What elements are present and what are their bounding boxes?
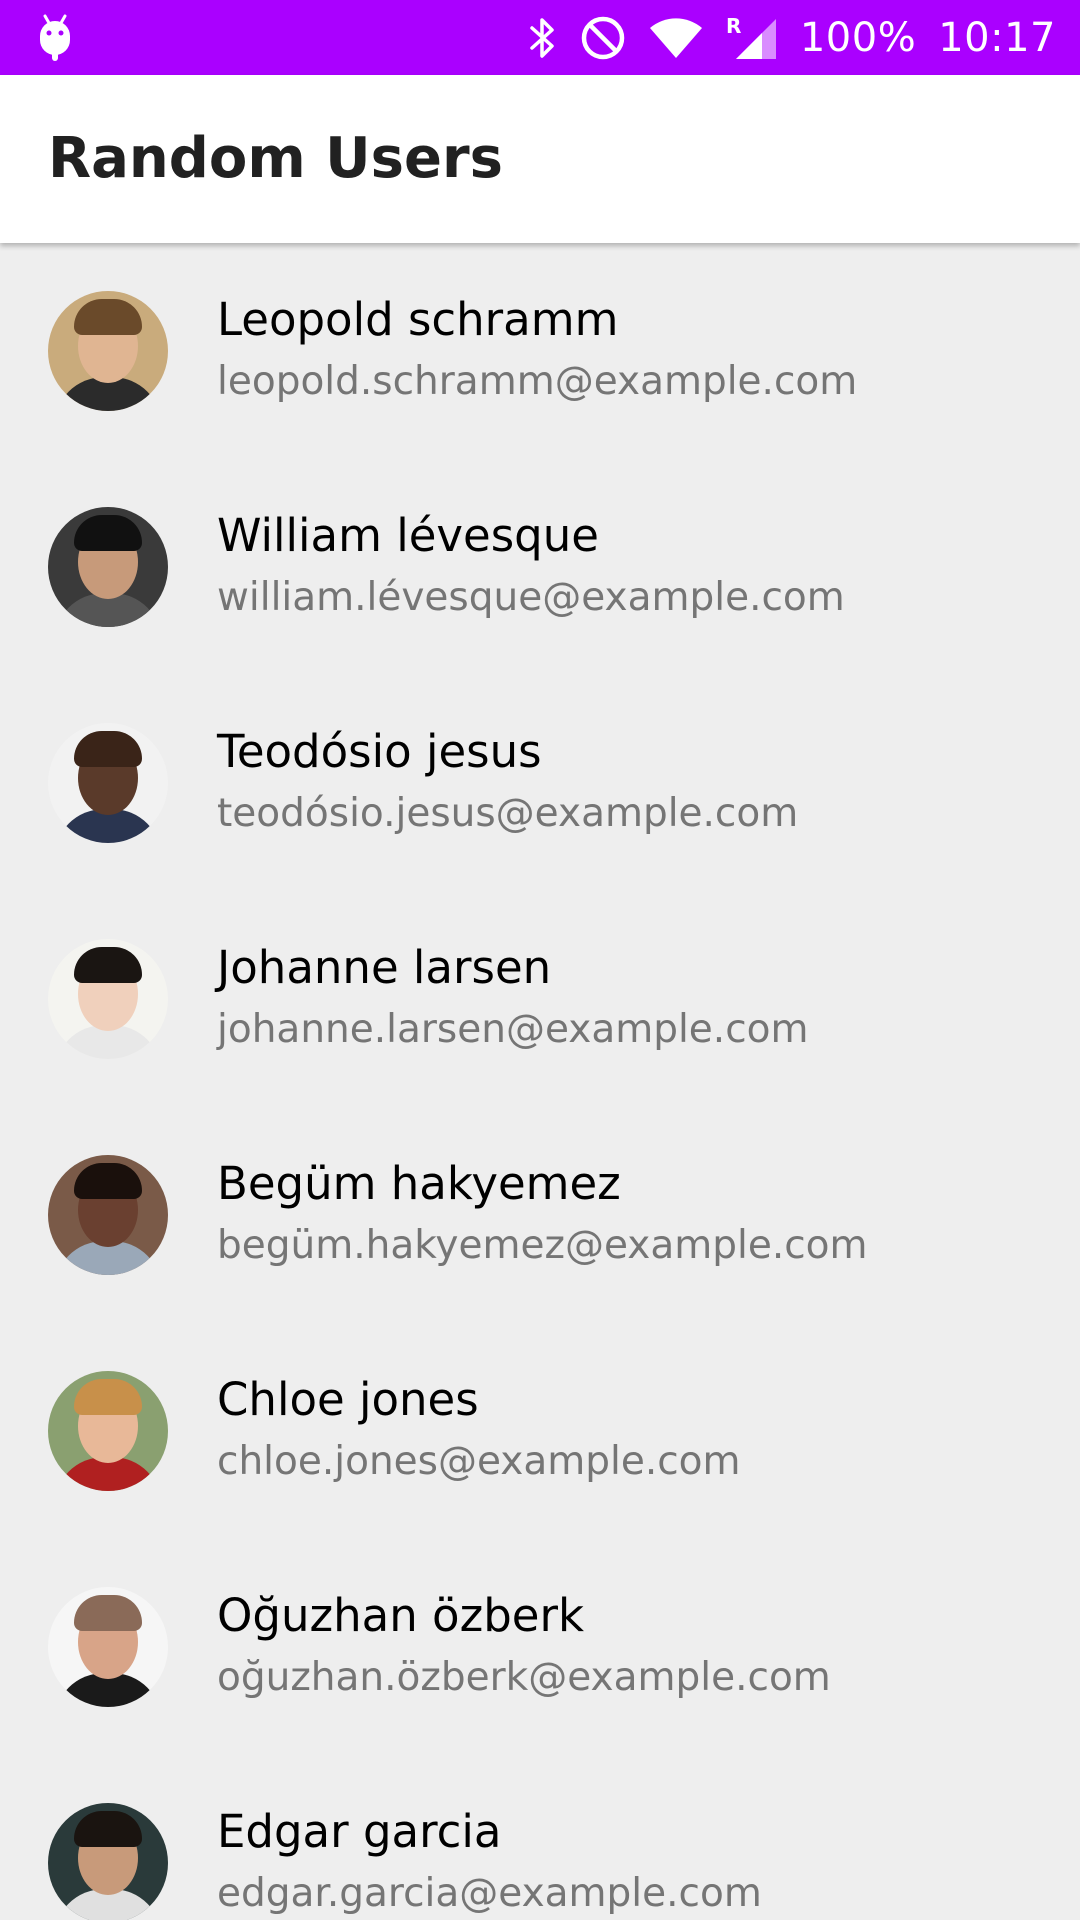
bluetooth-icon <box>528 16 558 60</box>
avatar <box>48 507 168 627</box>
android-debug-icon <box>36 14 74 62</box>
app-bar: Random Users <box>0 75 1080 243</box>
status-icons: R 100% 10:17 <box>528 0 1056 75</box>
user-email: chloe.jones@example.com <box>217 1439 741 1484</box>
user-name: Edgar garcia <box>217 1805 502 1858</box>
avatar <box>48 723 168 843</box>
user-name: Johanne larsen <box>217 941 552 994</box>
svg-text:R: R <box>726 15 741 38</box>
user-list[interactable]: Leopold schramm leopold.schramm@example.… <box>0 243 1080 1920</box>
list-item[interactable]: Begüm hakyemez begüm.hakyemez@example.co… <box>0 1107 1080 1323</box>
battery-percent: 100% <box>799 14 917 61</box>
user-name: Oğuzhan özberk <box>217 1589 585 1642</box>
list-item[interactable]: Edgar garcia edgar.garcia@example.com <box>0 1755 1080 1920</box>
avatar <box>48 1155 168 1275</box>
user-email: leopold.schramm@example.com <box>217 359 858 404</box>
user-name: William lévesque <box>217 509 599 562</box>
signal-roaming-icon: R <box>726 15 778 61</box>
user-name: Teodósio jesus <box>217 725 542 778</box>
user-name: Begüm hakyemez <box>217 1157 621 1210</box>
avatar <box>48 939 168 1059</box>
user-email: teodósio.jesus@example.com <box>217 791 799 836</box>
user-email: johanne.larsen@example.com <box>217 1007 809 1052</box>
wifi-icon <box>648 16 704 60</box>
list-item[interactable]: Chloe jones chloe.jones@example.com <box>0 1323 1080 1539</box>
avatar <box>48 1371 168 1491</box>
user-name: Leopold schramm <box>217 293 619 346</box>
avatar <box>48 291 168 411</box>
user-email: oğuzhan.özberk@example.com <box>217 1655 831 1700</box>
page-title: Random Users <box>48 126 503 191</box>
user-email: begüm.hakyemez@example.com <box>217 1223 868 1268</box>
clock: 10:17 <box>938 14 1056 61</box>
status-bar: R 100% 10:17 <box>0 0 1080 75</box>
user-email: edgar.garcia@example.com <box>217 1871 762 1916</box>
list-item[interactable]: William lévesque william.lévesque@exampl… <box>0 459 1080 675</box>
list-item[interactable]: Leopold schramm leopold.schramm@example.… <box>0 243 1080 459</box>
list-item[interactable]: Johanne larsen johanne.larsen@example.co… <box>0 891 1080 1107</box>
user-name: Chloe jones <box>217 1373 479 1426</box>
do-not-disturb-icon <box>580 15 626 61</box>
list-item[interactable]: Oğuzhan özberk oğuzhan.özberk@example.co… <box>0 1539 1080 1755</box>
avatar <box>48 1587 168 1707</box>
list-item[interactable]: Teodósio jesus teodósio.jesus@example.co… <box>0 675 1080 891</box>
user-email: william.lévesque@example.com <box>217 575 845 620</box>
avatar <box>48 1803 168 1920</box>
